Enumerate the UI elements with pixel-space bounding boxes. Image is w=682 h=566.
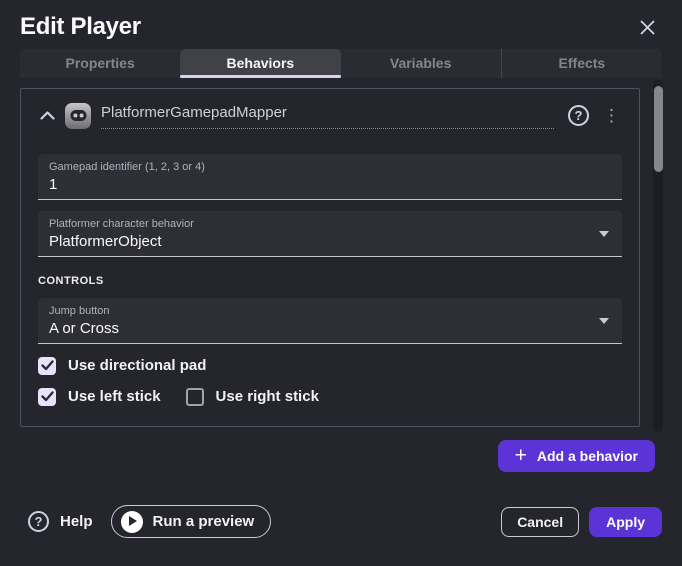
behavior-card-header: PlatformerGamepadMapper ? ⋮ (38, 101, 622, 131)
scrollbar-thumb[interactable] (654, 86, 663, 172)
add-behavior-button[interactable]: + Add a behavior (498, 440, 655, 472)
checkbox-box (38, 388, 56, 406)
page-title: Edit Player (20, 13, 141, 42)
dialog-footer: ? Help Run a preview Cancel Apply (0, 472, 682, 566)
help-button[interactable]: ? Help (28, 511, 93, 532)
gamepad-identifier-value: 1 (49, 176, 611, 193)
checkbox-box (186, 388, 204, 406)
footer-left: ? Help Run a preview (28, 505, 271, 538)
platformer-behavior-select[interactable]: Platformer character behavior Platformer… (38, 211, 622, 257)
platformer-behavior-value: PlatformerObject (49, 233, 611, 250)
chevron-down-icon (599, 231, 609, 237)
use-left-stick-checkbox[interactable]: Use left stick (38, 388, 161, 406)
cancel-button[interactable]: Cancel (501, 507, 579, 537)
gamepad-identifier-field[interactable]: Gamepad identifier (1, 2, 3 or 4) 1 (38, 154, 622, 200)
tab-properties[interactable]: Properties (20, 49, 180, 78)
help-icon: ? (28, 511, 49, 532)
behavior-options-button[interactable]: ⋮ (601, 107, 622, 124)
chevron-up-icon (40, 108, 55, 123)
dialog-header: Edit Player (0, 0, 682, 46)
plus-icon: + (515, 445, 527, 466)
checkbox-row: Use directional pad (38, 357, 622, 375)
run-preview-label: Run a preview (153, 513, 255, 530)
checkbox-row: Use left stick Use right stick (38, 388, 622, 406)
checkbox-label: Use right stick (216, 388, 319, 405)
kebab-menu-icon: ⋮ (603, 106, 620, 125)
field-label: Jump button (49, 305, 611, 317)
jump-button-select[interactable]: Jump button A or Cross (38, 298, 622, 344)
field-label: Platformer character behavior (49, 218, 611, 230)
checkbox-box (38, 357, 56, 375)
tab-behaviors[interactable]: Behaviors (180, 49, 340, 78)
close-button[interactable] (636, 18, 658, 40)
use-directional-pad-checkbox[interactable]: Use directional pad (38, 357, 206, 375)
collapse-behavior-button[interactable] (38, 107, 56, 125)
jump-button-value: A or Cross (49, 320, 611, 337)
apply-button[interactable]: Apply (589, 507, 662, 537)
scrollbar-track[interactable] (653, 80, 663, 432)
question-mark-icon: ? (575, 108, 583, 123)
behavior-card: PlatformerGamepadMapper ? ⋮ Gamepad iden… (20, 88, 640, 427)
question-mark-glyph: ? (35, 514, 43, 529)
close-icon (639, 19, 656, 39)
gamepad-icon (65, 103, 91, 129)
chevron-down-icon (599, 318, 609, 324)
use-right-stick-checkbox[interactable]: Use right stick (186, 388, 319, 406)
behaviors-panel: PlatformerGamepadMapper ? ⋮ Gamepad iden… (0, 78, 682, 472)
play-icon (121, 511, 143, 533)
tab-effects[interactable]: Effects (501, 49, 662, 78)
controls-section-heading: CONTROLS (38, 275, 622, 287)
tab-bar: Properties Behaviors Variables Effects (20, 49, 662, 78)
add-behavior-row: + Add a behavior (20, 440, 662, 472)
behavior-name-input[interactable]: PlatformerGamepadMapper (101, 102, 554, 129)
field-label: Gamepad identifier (1, 2, 3 or 4) (49, 161, 611, 173)
help-label: Help (60, 513, 93, 530)
edit-player-dialog: Edit Player Properties Behaviors Variabl… (0, 0, 682, 566)
checkbox-label: Use left stick (68, 388, 161, 405)
behavior-help-button[interactable]: ? (568, 105, 589, 126)
tab-variables[interactable]: Variables (341, 49, 501, 78)
checkbox-label: Use directional pad (68, 357, 206, 374)
add-behavior-label: Add a behavior (537, 448, 638, 464)
footer-right: Cancel Apply (501, 507, 662, 537)
run-preview-button[interactable]: Run a preview (111, 505, 272, 538)
